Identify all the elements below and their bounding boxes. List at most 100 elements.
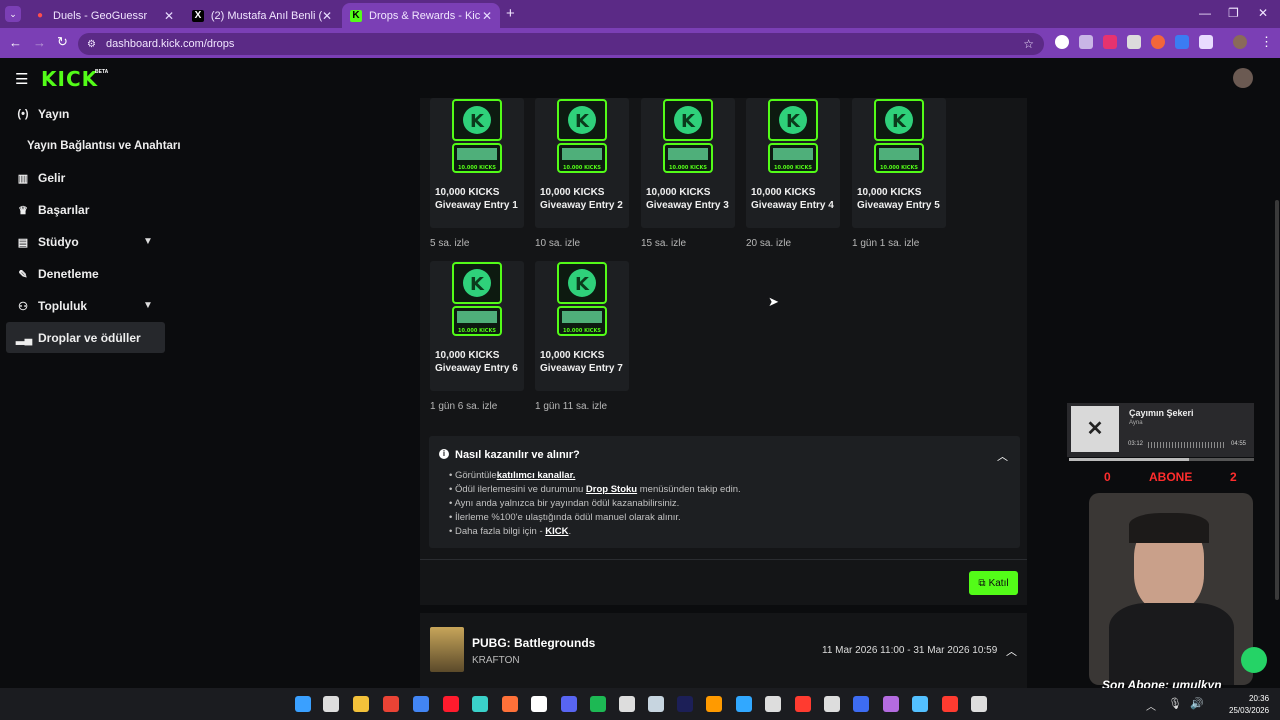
- opera-icon[interactable]: [443, 696, 459, 712]
- sidebar-item-yayin[interactable]: (•) Yayın: [16, 99, 69, 129]
- screen-capture-icon[interactable]: [323, 696, 339, 712]
- reward-card[interactable]: K 10.000 KICKS 10,000 KICKS Giveaway Entry …: [746, 98, 840, 228]
- browser-tab-geoguessr[interactable]: ● Duels - GeoGuessr ✕: [26, 3, 182, 28]
- ticket-amount: 10.000 KICKS: [458, 165, 496, 171]
- firefox-icon[interactable]: [502, 696, 518, 712]
- windows-start-icon[interactable]: [295, 696, 311, 712]
- reward-card[interactable]: K 10.000 KICKS 10,000 KICKS Giveaway Entry …: [430, 98, 524, 228]
- ticket-amount: 10.000 KICKS: [563, 165, 601, 171]
- chrome-alt-icon[interactable]: [413, 696, 429, 712]
- app-icon[interactable]: [472, 696, 488, 712]
- app-icon[interactable]: [853, 696, 869, 712]
- sidebar-item-basarilar[interactable]: ♛ Başarılar: [16, 195, 89, 225]
- browser-tab-kick[interactable]: K Drops & Rewards - Kick Dashb ✕: [342, 3, 500, 28]
- settings-icon[interactable]: [765, 696, 781, 712]
- discord-icon[interactable]: [561, 696, 577, 712]
- kick-logo-icon: K: [350, 9, 362, 22]
- reward-name: Giveaway Entry 2: [540, 200, 623, 211]
- extension-icon[interactable]: [1103, 35, 1117, 49]
- reward-watch-time: 1 gün 11 sa. izle: [535, 401, 608, 412]
- sidebar-item-droplar[interactable]: ▂▄ Droplar ve ödüller: [16, 323, 141, 353]
- capture-icon[interactable]: [824, 696, 840, 712]
- chevron-up-icon[interactable]: ︿: [1006, 643, 1017, 659]
- minimize-icon[interactable]: —: [1199, 6, 1211, 20]
- sidebar-item-denetleme[interactable]: ✎ Denetleme: [16, 259, 98, 289]
- reward-title: 10,000 KICKS Giveaway Entry 3: [646, 186, 734, 212]
- url-text: dashboard.kick.com/drops: [106, 38, 235, 50]
- reward-amount: 10,000 KICKS: [435, 187, 500, 198]
- kick-help-link[interactable]: KICK: [545, 526, 568, 537]
- chevron-down-icon[interactable]: ▼: [143, 300, 153, 311]
- page-scrollbar[interactable]: [1275, 200, 1279, 600]
- extension-icon[interactable]: [1079, 35, 1093, 49]
- svg-text:K: K: [892, 111, 907, 132]
- obs-icon[interactable]: [971, 696, 987, 712]
- tray-chevron-icon[interactable]: ︿: [1146, 698, 1156, 713]
- kicks-ticket-icon: K 10.000 KICKS: [451, 261, 503, 337]
- kicks-ticket-icon: K 10.000 KICKS: [451, 98, 503, 174]
- address-bar[interactable]: ⚙ dashboard.kick.com/drops ☆: [78, 33, 1044, 55]
- hamburger-menu-icon[interactable]: ☰: [15, 70, 28, 88]
- illustrator-icon[interactable]: [706, 696, 722, 712]
- close-window-icon[interactable]: ✕: [1258, 6, 1268, 20]
- recording-icon[interactable]: [942, 696, 958, 712]
- user-avatar[interactable]: [1233, 68, 1253, 88]
- back-icon[interactable]: ←: [9, 35, 22, 50]
- reward-card[interactable]: K 10.000 KICKS 10,000 KICKS Giveaway Entry …: [641, 98, 735, 228]
- close-tab-icon[interactable]: ✕: [322, 9, 332, 23]
- sidebar-item-studyo[interactable]: ▤ Stüdyo: [16, 227, 79, 257]
- yandex-icon[interactable]: [531, 696, 547, 712]
- spotify-icon[interactable]: [590, 696, 606, 712]
- browser-menu-icon[interactable]: ⋮: [1260, 34, 1273, 50]
- bullet-text: Aynı anda yalnızca bir yayından ödül kaz…: [454, 498, 680, 509]
- kick-logo[interactable]: KICK: [41, 67, 98, 91]
- reward-card[interactable]: K 10.000 KICKS 10,000 KICKS Giveaway Entry …: [535, 98, 629, 228]
- close-tab-icon[interactable]: ✕: [482, 9, 492, 23]
- whatsapp-icon: [1241, 647, 1267, 673]
- reward-watch-time: 1 gün 6 sa. izle: [430, 401, 498, 412]
- kicks-ticket-icon: K 10.000 KICKS: [767, 98, 819, 174]
- profile-avatar[interactable]: [1233, 35, 1247, 49]
- steam-icon[interactable]: [648, 696, 664, 712]
- sidebar-item-label: Stüdyo: [38, 235, 79, 249]
- forward-icon[interactable]: →: [33, 35, 46, 50]
- clock-date[interactable]: 25/03/2026: [1229, 706, 1269, 715]
- site-info-icon[interactable]: ⚙: [87, 39, 96, 50]
- app-icon[interactable]: [883, 696, 899, 712]
- adobe-animate-icon[interactable]: [677, 696, 693, 712]
- extension-icon[interactable]: [1055, 35, 1069, 49]
- reward-card[interactable]: K 10.000 KICKS 10,000 KICKS Giveaway Entry …: [852, 98, 946, 228]
- file-explorer-icon[interactable]: [353, 696, 369, 712]
- drops-icon: ▂▄: [16, 332, 33, 345]
- bookmark-star-icon[interactable]: ☆: [1023, 37, 1034, 51]
- app-icon[interactable]: [912, 696, 928, 712]
- reward-card[interactable]: K 10.000 KICKS 10,000 KICKS Giveaway Entry …: [535, 261, 629, 391]
- tab-search-button[interactable]: ⌄: [5, 6, 21, 22]
- speaker-icon[interactable]: 🔊: [1190, 697, 1204, 710]
- ticket-amount: 10.000 KICKS: [669, 165, 707, 171]
- reload-icon[interactable]: ↻: [57, 34, 68, 50]
- extensions-puzzle-icon[interactable]: [1199, 35, 1213, 49]
- chevron-up-icon[interactable]: ︿: [997, 448, 1008, 464]
- reward-card[interactable]: K 10.000 KICKS 10,000 KICKS Giveaway Entry …: [430, 261, 524, 391]
- sidebar-item-gelir[interactable]: ▥ Gelir: [16, 163, 66, 193]
- close-tab-icon[interactable]: ✕: [164, 9, 174, 23]
- sidebar-item-stream-key[interactable]: Yayın Bağlantısı ve Anahtarı: [27, 131, 181, 161]
- extension-icon[interactable]: [1175, 35, 1189, 49]
- microphone-icon[interactable]: 🎙: [1168, 697, 1182, 710]
- browser-tab-x[interactable]: X (2) Mustafa Anıl Benli (@fmbag ✕: [184, 3, 340, 28]
- extension-icon[interactable]: [1151, 35, 1165, 49]
- chrome-icon[interactable]: [383, 696, 399, 712]
- extension-icon[interactable]: [1127, 35, 1141, 49]
- clock-time[interactable]: 20:36: [1249, 694, 1269, 703]
- drop-inventory-link[interactable]: Drop Stoku: [586, 484, 637, 495]
- acrobat-icon[interactable]: [795, 696, 811, 712]
- chevron-down-icon[interactable]: ▼: [143, 236, 153, 247]
- participating-channels-link[interactable]: katılımcı kanallar.: [497, 470, 576, 481]
- photoshop-icon[interactable]: [736, 696, 752, 712]
- restore-icon[interactable]: ❐: [1228, 6, 1239, 20]
- sidebar-item-topluluk[interactable]: ⚇ Topluluk: [16, 291, 87, 321]
- app-icon[interactable]: [619, 696, 635, 712]
- new-tab-button[interactable]: +: [506, 5, 515, 22]
- join-button[interactable]: ⧉ Katıl: [969, 571, 1018, 595]
